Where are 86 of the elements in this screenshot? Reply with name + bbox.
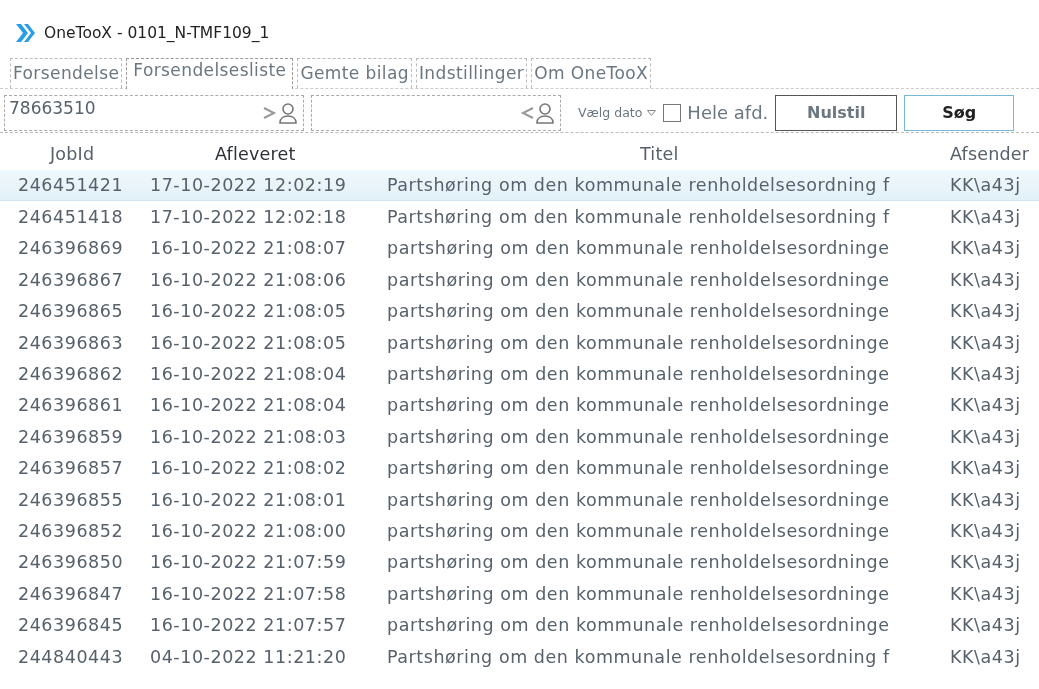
table-cell-text: 16-10-2022 21:08:06 xyxy=(150,269,348,290)
table-cell-text: 16-10-2022 21:08:01 xyxy=(150,489,348,510)
table-cell-text: 16-10-2022 21:07:58 xyxy=(150,583,348,604)
table-cell-text: 16-10-2022 21:08:07 xyxy=(150,238,348,259)
table-cell-text: partshøring om den kommunale renholdelsesordninge xyxy=(387,269,891,290)
table-cell-text: 16-10-2022 21:08:04 xyxy=(150,395,348,416)
column-header[interactable]: JobId xyxy=(0,144,150,164)
date-dropdown[interactable]: Vælg dato xyxy=(578,105,657,120)
table-cell-text: partshøring om den kommunale renholdelsesordninge xyxy=(387,552,891,573)
table-cell-text: Partshøring om den kommunale renholdelsesordning f xyxy=(387,207,891,228)
table-cell-text: KK\a43j xyxy=(950,207,1022,228)
table-cell-text: Partshøring om den kommunale renholdelsesordning f xyxy=(387,646,891,667)
table-cell-text: 16-10-2022 21:08:04 xyxy=(150,364,348,385)
tab[interactable]: Indstillinger xyxy=(415,58,528,88)
table-cell-text: KK\a43j xyxy=(950,175,1022,196)
table-cell-text: 17-10-2022 12:02:18 xyxy=(150,207,348,228)
table-cell-text: 246396855 xyxy=(17,489,125,510)
app-logo-icon xyxy=(14,23,36,43)
table-cell-text: 246396852 xyxy=(17,521,125,541)
table-cell-text: 16-10-2022 21:08:05 xyxy=(150,332,348,353)
table-cell-text: KK\a43j xyxy=(950,238,1022,259)
arrow-person-icon[interactable] xyxy=(519,100,555,125)
selected-row[interactable]: 246451421 17-10-2022 12:02:19 Partshøring om den kommunale renholdelsesordning f KK\a43j xyxy=(0,170,1039,202)
table-cell-text: partshøring om den kommunale renholdelsesordninge xyxy=(387,521,891,541)
person-field[interactable]: 78663510 xyxy=(4,94,304,131)
table-cell-text: 16-10-2022 21:07:57 xyxy=(150,615,348,636)
table-cell-text: 246396863 xyxy=(17,332,125,353)
table-cell-text: KK\a43j xyxy=(950,458,1022,479)
table-cell-text: 246396867 xyxy=(17,269,125,290)
table-cell-text: partshøring om den kommunale renholdelsesordninge xyxy=(387,301,891,322)
table-cell-text: KK\a43j xyxy=(950,426,1022,447)
table-cell-text: 246396845 xyxy=(17,615,125,636)
table-cell-text: KK\a43j xyxy=(950,332,1022,353)
table-cell-text: 16-10-2022 21:07:59 xyxy=(150,552,348,573)
tab[interactable]: Om OneTooX xyxy=(531,58,652,88)
table-cell-text: Partshøring om den kommunale renholdelsesordning f xyxy=(387,175,891,196)
table-cell-text: partshøring om den kommunale renholdelsesordninge xyxy=(387,458,891,479)
table-cell-text: KK\a43j xyxy=(950,552,1022,573)
table-cell-text: KK\a43j xyxy=(950,521,1022,541)
table-cell-text: partshøring om den kommunale renholdelsesordninge xyxy=(387,615,891,636)
table-cell-text: KK\a43j xyxy=(950,615,1022,636)
person-field[interactable] xyxy=(311,94,561,131)
window-title: OneTooX - 0101_N-TMF109_1 xyxy=(44,24,270,42)
table-cell-text: KK\a43j xyxy=(950,395,1022,416)
table-cell-text: KK\a43j xyxy=(950,269,1022,290)
table-cell-text: 246396847 xyxy=(17,583,125,604)
arrow-person-icon[interactable] xyxy=(262,100,298,125)
table-cell-text: 246396861 xyxy=(17,395,125,416)
caret-icon xyxy=(647,109,657,116)
table-cell-text: partshøring om den kommunale renholdelsesordninge xyxy=(387,364,891,385)
table-cell-text: 16-10-2022 21:08:02 xyxy=(150,458,348,479)
action-button[interactable]: Søg xyxy=(904,94,1015,131)
table-cell-text: KK\a43j xyxy=(950,583,1022,604)
table-cell-text: partshøring om den kommunale renholdelsesordninge xyxy=(387,332,891,353)
table-cell-text: 246396869 xyxy=(17,238,125,259)
table-cell-text: 246451418 xyxy=(17,207,125,228)
column-header[interactable]: Afleveret xyxy=(150,144,387,164)
tab[interactable]: Gemte bilag xyxy=(297,58,412,88)
table-cell-text: 246451421 xyxy=(17,175,125,196)
table-cell-text: KK\a43j xyxy=(950,489,1022,510)
table-cell-text: 16-10-2022 21:08:00 xyxy=(150,521,348,541)
table-cell-text: 04-10-2022 11:21:20 xyxy=(150,646,348,667)
table-cell-text: KK\a43j xyxy=(950,364,1022,385)
table-cell-text: 246396859 xyxy=(17,426,125,447)
tab[interactable]: Forsendelsesliste xyxy=(126,58,294,89)
table-cell-text: KK\a43j xyxy=(950,301,1022,322)
table-cell-text: 246396862 xyxy=(17,364,125,385)
table-cell-text: partshøring om den kommunale renholdelsesordninge xyxy=(387,238,891,259)
action-button[interactable]: Nulstil xyxy=(775,94,898,131)
table-cell-text: 246396850 xyxy=(17,552,125,573)
table-cell-text: partshøring om den kommunale renholdelsesordninge xyxy=(387,489,891,510)
table-cell-text: partshøring om den kommunale renholdelsesordninge xyxy=(387,395,891,416)
table-cell-text: partshøring om den kommunale renholdelsesordninge xyxy=(387,426,891,447)
table-cell-text: KK\a43j xyxy=(950,646,1022,667)
table-cell-text: 17-10-2022 12:02:19 xyxy=(150,175,348,196)
table-cell-text: 244840443 xyxy=(17,646,125,667)
table-cell-text: 16-10-2022 21:08:03 xyxy=(150,426,348,447)
table-cell-text: 16-10-2022 21:08:05 xyxy=(150,301,348,322)
column-header[interactable]: Afsender xyxy=(950,144,1039,164)
checkbox-label: Hele afd. xyxy=(687,102,769,123)
tab[interactable]: Forsendelse xyxy=(10,58,123,88)
column-header[interactable]: Titel xyxy=(387,144,950,164)
table-cell-text: 246396865 xyxy=(17,301,125,322)
table-cell-text: 246396857 xyxy=(17,458,125,479)
table-cell-text: partshøring om den kommunale renholdelsesordninge xyxy=(387,583,891,604)
checkbox[interactable] xyxy=(663,103,682,122)
